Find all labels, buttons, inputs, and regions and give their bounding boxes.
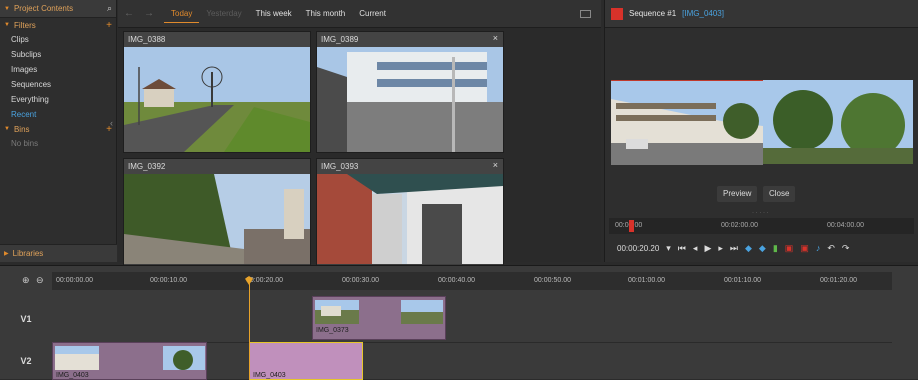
back-arrow-icon[interactable]: ←: [124, 8, 134, 19]
thumbnail-title: IMG_0388: [124, 32, 310, 47]
tab-today[interactable]: Today: [164, 5, 200, 23]
preview-header: Sequence #1 [IMG_0403]: [605, 0, 918, 28]
ruler-tick: 00:00:30.00: [342, 277, 379, 284]
preview-frame-right: [763, 80, 913, 164]
thumbnail-img-0393[interactable]: IMG_0393 ×: [316, 158, 504, 280]
thumbnail-image: [124, 47, 310, 152]
overwrite-icon[interactable]: ▣: [800, 243, 809, 254]
thumbnail-title: IMG_0393: [317, 159, 503, 174]
clip-name: IMG_0403: [253, 372, 286, 379]
ruler-tick: 00:00:10.00: [150, 277, 187, 284]
timecode-display[interactable]: 00:00:20.20: [617, 244, 659, 253]
go-to-end-icon[interactable]: ⏭: [730, 243, 738, 254]
thumbnail-img-0388[interactable]: IMG_0388: [123, 31, 311, 153]
ruler-tick: 00:00:00.00: [56, 277, 93, 284]
ruler-tick: 00:01:20.00: [820, 277, 857, 284]
step-back-icon[interactable]: ◂: [693, 243, 698, 254]
close-icon[interactable]: ×: [493, 160, 498, 170]
date-tabs: ← → Today Yesterday This week This month…: [118, 0, 601, 28]
thumbnail-img-0389[interactable]: IMG_0389 ×: [316, 31, 504, 153]
libraries-label: Libraries: [12, 249, 44, 258]
clip-name: IMG_0373: [316, 327, 349, 334]
timeline-clip-img-0373[interactable]: IMG_0373: [312, 296, 446, 340]
search-icon[interactable]: ⌕: [107, 3, 112, 14]
close-icon[interactable]: ×: [493, 33, 498, 43]
sequence-color-icon: [611, 7, 623, 20]
transport-bar: 00:00:20.20 ▾ ⏮ ◂ ▶ ▸ ⏭ ◆ ◆ ▮ ▣ ▣ ♪ ↶ ↷: [609, 238, 914, 258]
preview-panel: Sequence #1 [IMG_0403] Preview Close · ·…: [604, 0, 918, 262]
project-contents-panel: ▼ Project Contents ⌕ ▼ Filters + Clips S…: [0, 0, 117, 262]
ruler-tick: 00:02:00.00: [721, 222, 758, 229]
media-browser: ← → Today Yesterday This week This month…: [118, 0, 713, 280]
tab-this-week[interactable]: This week: [249, 5, 299, 22]
tab-this-month[interactable]: This month: [299, 5, 353, 22]
ruler-tick: 00:01:10.00: [724, 277, 761, 284]
sequence-tag: [IMG_0403]: [682, 9, 724, 18]
thumbnail-image: [317, 47, 503, 152]
filter-item-sequences[interactable]: Sequences: [0, 77, 116, 92]
preview-playhead[interactable]: [629, 220, 634, 232]
collapse-triangle-icon[interactable]: ▼: [4, 6, 10, 12]
forward-arrow-icon[interactable]: →: [144, 8, 154, 19]
filter-item-subclips[interactable]: Subclips: [0, 47, 116, 62]
track-label-v1[interactable]: V1: [0, 314, 52, 324]
collapse-triangle-icon[interactable]: ▼: [4, 126, 10, 132]
project-contents-header[interactable]: ▼ Project Contents ⌕: [0, 0, 116, 18]
thumbnail-title: IMG_0392: [124, 159, 310, 174]
timeline-clip-img-0403-b[interactable]: IMG_0403: [249, 342, 363, 380]
bins-section[interactable]: ▼ Bins +: [0, 122, 116, 136]
tab-yesterday[interactable]: Yesterday: [199, 5, 248, 22]
timeline-clip-img-0403-a[interactable]: IMG_0403: [52, 342, 207, 380]
filter-item-clips[interactable]: Clips: [0, 32, 116, 47]
view-mode-icon[interactable]: [580, 9, 591, 18]
thumbnail-title: IMG_0389: [317, 32, 503, 47]
resize-handle-icon[interactable]: · · · · ·: [752, 210, 769, 216]
timeline-playhead[interactable]: [249, 280, 250, 380]
timeline-panel: ⊕ ⊖ 00:00:00.00 00:00:10.00 00:00:20.00 …: [0, 265, 918, 380]
mark-out-icon[interactable]: ◆: [759, 243, 766, 254]
mark-in-icon[interactable]: ◆: [745, 243, 752, 254]
ruler-tick: 00:00:50.00: [534, 277, 571, 284]
filter-item-everything[interactable]: Everything: [0, 92, 116, 107]
filter-item-images[interactable]: Images: [0, 62, 116, 77]
add-marker-icon[interactable]: ▮: [773, 243, 778, 254]
project-contents-title: Project Contents: [13, 4, 74, 13]
libraries-section[interactable]: ▶ Libraries: [0, 244, 117, 262]
go-to-start-icon[interactable]: ⏮: [678, 243, 686, 254]
insert-icon[interactable]: ▣: [785, 243, 794, 254]
audio-icon[interactable]: ♪: [816, 243, 821, 253]
play-icon[interactable]: ▶: [704, 243, 711, 254]
expand-triangle-icon[interactable]: ▶: [4, 250, 9, 257]
thumbnail-image: [317, 174, 503, 264]
bins-empty-label: No bins: [11, 139, 39, 148]
preview-frame-left: [611, 80, 763, 165]
undo-icon[interactable]: ↶: [827, 243, 835, 254]
bins-label: Bins: [13, 124, 30, 134]
timeline-ruler[interactable]: 00:00:00.00 00:00:10.00 00:00:20.00 00:0…: [52, 272, 892, 290]
filters-label: Filters: [13, 20, 36, 30]
ruler-tick: 00:01:00.00: [628, 277, 665, 284]
preview-ruler[interactable]: 00:00:00 00:02:00.00 00:04:00.00: [609, 218, 914, 234]
redo-icon[interactable]: ↷: [842, 243, 850, 254]
clip-name: IMG_0403: [56, 372, 89, 379]
preview-button[interactable]: Preview: [717, 186, 758, 202]
add-filter-icon[interactable]: +: [106, 20, 112, 31]
sequence-title: Sequence #1: [629, 9, 677, 18]
ruler-tick: 00:04:00.00: [827, 222, 864, 229]
step-forward-icon[interactable]: ▸: [718, 243, 723, 254]
ruler-tick: 00:00:40.00: [438, 277, 475, 284]
thumbnail-image: [124, 174, 310, 264]
thumbnail-img-0392[interactable]: IMG_0392: [123, 158, 311, 280]
zoom-out-icon[interactable]: ⊖: [36, 275, 44, 286]
dropdown-chevron-icon[interactable]: ▾: [666, 243, 671, 254]
collapse-triangle-icon[interactable]: ▼: [4, 22, 10, 28]
close-button[interactable]: Close: [763, 186, 796, 202]
filters-section[interactable]: ▼ Filters +: [0, 18, 116, 32]
collapse-panel-chevron-icon[interactable]: ‹: [110, 118, 117, 132]
zoom-in-icon[interactable]: ⊕: [22, 275, 30, 286]
tab-current[interactable]: Current: [352, 5, 393, 22]
filter-item-recent[interactable]: Recent: [0, 107, 116, 122]
track-label-v2[interactable]: V2: [0, 356, 52, 366]
